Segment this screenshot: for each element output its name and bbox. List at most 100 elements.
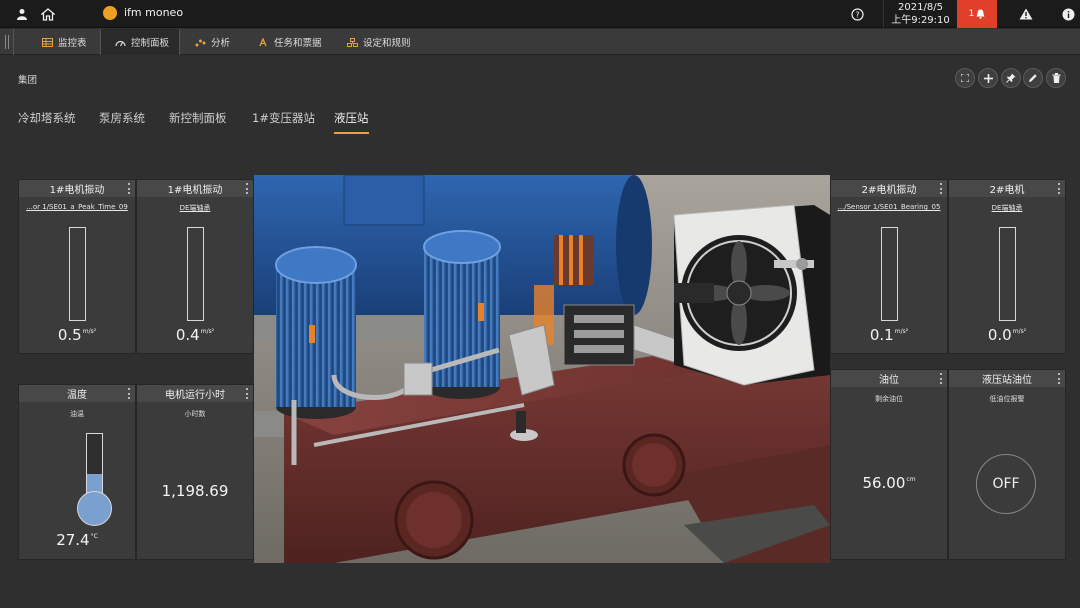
gauge-value: 0.5m/s² [19, 326, 135, 344]
widget-motor-run-hours[interactable]: 电机运行小时 小时数 1,198.69 [136, 384, 254, 560]
temperature-value: 27.4°C [19, 531, 135, 549]
dashboard-tab-transformer-1[interactable]: 1#变压器站 [252, 110, 315, 132]
tab-label: 设定和规则 [363, 38, 411, 49]
run-hours-value: 1,198.69 [161, 482, 229, 500]
unit-text: m/s² [1012, 328, 1027, 335]
widget-title: 液压站油位 [982, 375, 1032, 386]
dashboard-tab-new-panel[interactable]: 新控制面板 [169, 110, 227, 132]
delete-button[interactable] [1046, 68, 1066, 88]
vibration-bar-gauge [187, 227, 204, 321]
unit-text: m/s² [894, 328, 909, 335]
expand-icon [961, 74, 969, 82]
value-text: 0.0 [987, 326, 1012, 344]
widget-motor1-vibration-de-bearing[interactable]: 1#电机振动 DE端轴承 0.4m/s² [136, 179, 254, 354]
widget-oil-level[interactable]: 油位 剩余油位 56.00cm [830, 369, 948, 560]
widget-subtitle: 剩余油位 [875, 395, 903, 403]
date-text: 2021/8/5 [898, 2, 943, 13]
dashboard-tab-pump-room[interactable]: 泵房系统 [99, 110, 145, 132]
widget-menu-icon[interactable] [127, 183, 131, 194]
value-text: 27.4 [56, 531, 90, 549]
widget-menu-icon[interactable] [245, 388, 249, 399]
widget-header: 电机运行小时 [137, 385, 253, 402]
unit-text: °C [90, 533, 98, 540]
widget-title: 1#电机振动 [167, 185, 223, 196]
unit-text: m/s² [82, 328, 97, 335]
alarm-count: 1 [968, 9, 975, 19]
svg-text:?: ? [855, 10, 859, 19]
info-icon[interactable] [1058, 4, 1078, 24]
tab-label: 分析 [211, 38, 231, 49]
vibration-bar-gauge [69, 227, 86, 321]
add-widget-button[interactable] [978, 68, 998, 88]
rules-icon [347, 37, 358, 47]
widget-oil-temperature[interactable]: 温度 油温 27.4°C [18, 384, 136, 560]
help-icon[interactable]: ? [847, 4, 867, 24]
widget-low-oil-alarm[interactable]: 液压站油位 低油位报警 OFF [948, 369, 1066, 560]
widget-title: 2#电机 [989, 185, 1025, 196]
widget-motor2-de-bearing[interactable]: 2#电机 DE端轴承 0.0m/s² [948, 179, 1066, 354]
gauge-value: 0.4m/s² [137, 326, 253, 344]
tab-tasks-tickets[interactable]: 任务和票据 [258, 29, 322, 55]
sidebar-toggle-handle[interactable] [0, 29, 14, 55]
hydraulic-station-image [254, 175, 830, 563]
widget-title: 温度 [67, 390, 87, 401]
widget-title: 油位 [879, 375, 899, 386]
widget-menu-icon[interactable] [939, 373, 943, 384]
tab-analysis[interactable]: 分析 [195, 29, 230, 55]
pencil-icon [1029, 74, 1037, 82]
trash-icon [1052, 73, 1060, 83]
widget-header: 1#电机振动 [19, 180, 135, 197]
user-icon[interactable] [12, 4, 32, 24]
widget-header: 2#电机 [949, 180, 1065, 197]
ifm-logo-icon [103, 6, 117, 20]
widget-menu-icon[interactable] [245, 183, 249, 194]
sensor-link[interactable]: DE端轴承 [949, 203, 1065, 213]
widget-header: 油位 [831, 370, 947, 387]
gauge-value: 0.0m/s² [949, 326, 1065, 344]
sensor-link[interactable]: .../Sensor 1/SE01_Bearing_05 [831, 203, 947, 211]
tab-label: 任务和票据 [274, 38, 322, 49]
widget-menu-icon[interactable] [1057, 183, 1061, 194]
widget-header: 1#电机振动 [137, 180, 253, 197]
widget-header: 液压站油位 [949, 370, 1065, 387]
unit-text: m/s² [200, 328, 215, 335]
plus-icon [983, 73, 993, 83]
gauge-icon [115, 40, 126, 46]
alarm-button[interactable]: 1 [957, 0, 997, 28]
sensor-link[interactable]: ...or 1/SE01_a_Peak_Time_09 [19, 203, 135, 211]
tab-monitor-table[interactable]: 监控表 [42, 29, 87, 55]
widget-title: 2#电机振动 [861, 185, 917, 196]
pin-button[interactable] [1001, 68, 1021, 88]
dashboard-tab-hydraulic-station[interactable]: 液压站 [334, 110, 369, 134]
widget-motor2-vibration-bearing[interactable]: 2#电机振动 .../Sensor 1/SE01_Bearing_05 0.1m… [830, 179, 948, 354]
widget-menu-icon[interactable] [127, 388, 131, 399]
widget-subtitle: 低油位报警 [989, 395, 1025, 403]
vibration-bar-gauge [881, 227, 898, 321]
widget-title: 1#电机振动 [49, 185, 105, 196]
vibration-bar-gauge [999, 227, 1016, 321]
alarm-state-indicator: OFF [976, 454, 1036, 514]
value-text: 0.4 [175, 326, 200, 344]
widget-subtitle: 小时数 [184, 410, 206, 418]
tab-control-panel[interactable]: 控制面板 [100, 29, 180, 55]
fullscreen-button[interactable] [955, 68, 975, 88]
value-text: 56.00 [862, 474, 906, 492]
time-text: 上午9:29:10 [891, 15, 950, 26]
group-label: 集团 [18, 75, 38, 86]
tab-settings-rules[interactable]: 设定和规则 [347, 29, 411, 55]
home-icon[interactable] [38, 4, 58, 24]
bell-icon [976, 9, 985, 19]
widget-motor1-vibration-peak[interactable]: 1#电机振动 ...or 1/SE01_a_Peak_Time_09 0.5m/… [18, 179, 136, 354]
tasks-icon [259, 37, 267, 46]
sensor-link[interactable]: DE端轴承 [137, 203, 253, 213]
widget-title: 电机运行小时 [165, 390, 225, 401]
widget-menu-icon[interactable] [1057, 373, 1061, 384]
edit-button[interactable] [1023, 68, 1043, 88]
widget-header: 2#电机振动 [831, 180, 947, 197]
datetime-display: 2021/8/5 上午9:29:10 [883, 0, 957, 28]
dashboard-tab-cooling-tower[interactable]: 冷却塔系统 [18, 110, 76, 132]
widget-menu-icon[interactable] [939, 183, 943, 194]
table-icon [42, 37, 53, 47]
app-name: ifm moneo [124, 6, 184, 19]
warning-icon[interactable] [1016, 4, 1036, 24]
